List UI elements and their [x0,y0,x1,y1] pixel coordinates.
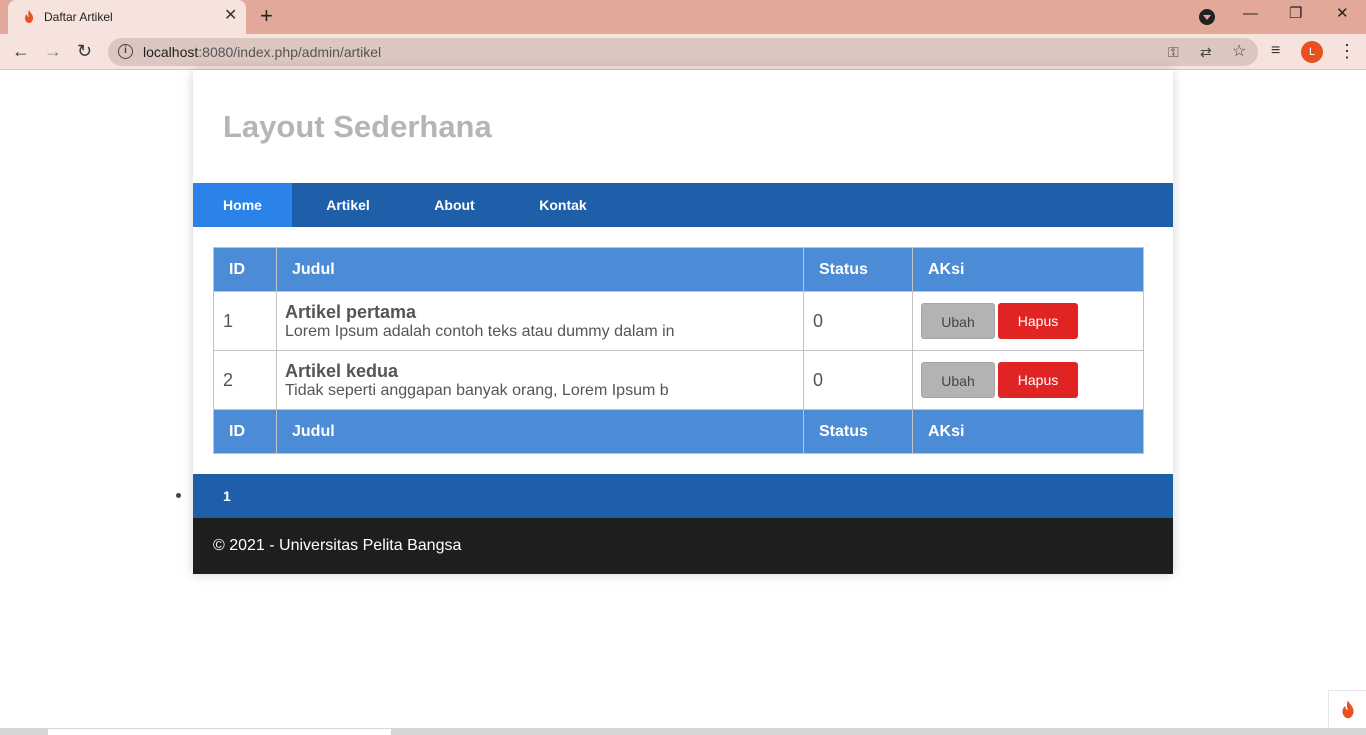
nav-kontak[interactable]: Kontak [529,183,597,227]
url-text[interactable]: localhost:8080/index.php/admin/artikel [143,44,381,60]
table-row: 1 Artikel pertama Lorem Ipsum adalah con… [213,291,1144,351]
row-status: 0 [803,350,913,410]
pagination-page-1[interactable]: 1 [223,488,231,504]
nav-about[interactable]: About [421,183,488,227]
footer-copyright: © 2021 - Universitas Pelita Bangsa [213,537,462,554]
table-row: 2 Artikel kedua Tidak seperti anggapan b… [213,350,1144,410]
media-queue-icon[interactable]: ≡ [1271,39,1280,63]
debug-toolbar-toggle[interactable] [1328,690,1366,728]
site-info-icon[interactable]: i [118,44,133,59]
tab-title: Daftar Artikel [44,10,113,24]
translate-icon[interactable]: ⇄ [1200,42,1212,62]
list-bullet-icon [176,493,181,498]
window-close-icon[interactable]: ✕ [1336,4,1349,24]
browser-menu-icon[interactable]: ⋮ [1338,39,1356,63]
footer-status: Status [803,409,913,454]
main-navbar: Home Artikel About Kontak [193,183,1173,227]
url-host: localhost [143,44,199,60]
delete-button[interactable]: Hapus [998,362,1078,398]
codeigniter-flame-icon [1342,700,1354,719]
footer-judul: Judul [276,409,804,454]
back-icon[interactable]: ← [12,39,30,63]
edit-button[interactable]: Ubah [921,303,995,339]
table-footer-row: ID Judul Status AKsi [213,409,1144,454]
new-tab-icon[interactable]: + [260,5,273,27]
edit-button[interactable]: Ubah [921,362,995,398]
scrollbar-thumb[interactable] [48,729,391,735]
header-judul: Judul [276,247,804,292]
row-id: 2 [213,350,277,410]
article-excerpt: Tidak seperti anggapan banyak orang, Lor… [285,381,669,399]
article-excerpt: Lorem Ipsum adalah contoh teks atau dumm… [285,322,675,340]
browser-toolbar: ← → ↻ i localhost:8080/index.php/admin/a… [0,34,1366,70]
codeigniter-favicon-icon [25,10,33,23]
profile-avatar[interactable]: L [1301,41,1323,63]
header-id: ID [213,247,277,292]
header-aksi: AKsi [912,247,1144,292]
row-judul: Artikel pertama Lorem Ipsum adalah conto… [276,291,804,351]
nav-artikel[interactable]: Artikel [313,183,383,227]
row-judul: Artikel kedua Tidak seperti anggapan ban… [276,350,804,410]
article-title: Artikel kedua [285,360,399,381]
minimize-icon[interactable]: — [1243,4,1258,24]
footer-id: ID [213,409,277,454]
table-header-row: ID Judul Status AKsi [213,247,1144,292]
browser-tab[interactable]: Daftar Artikel ✕ [8,0,246,34]
tab-close-icon[interactable]: ✕ [224,7,237,25]
browser-tab-strip: Daftar Artikel ✕ + — ❐ ✕ [0,0,1366,34]
reload-icon[interactable]: ↻ [77,39,92,63]
site-footer: © 2021 - Universitas Pelita Bangsa [193,518,1173,574]
site-title: Layout Sederhana [223,109,492,144]
address-bar[interactable]: i localhost:8080/index.php/admin/artikel… [108,38,1258,66]
maximize-icon[interactable]: ❐ [1289,4,1302,24]
password-key-icon[interactable]: ⚿ [1168,42,1179,62]
horizontal-scrollbar[interactable] [0,728,1366,735]
row-actions: Ubah Hapus [912,350,1144,410]
tab-search-icon[interactable] [1199,9,1215,25]
nav-home[interactable]: Home [193,183,292,227]
bookmark-star-icon[interactable]: ☆ [1232,42,1246,62]
articles-table: ID Judul Status AKsi 1 Artikel pertama L… [213,247,1144,454]
delete-button[interactable]: Hapus [998,303,1078,339]
pagination-bar: 1 [193,474,1173,518]
footer-aksi: AKsi [912,409,1144,454]
page-container: Layout Sederhana Home Artikel About Kont… [193,70,1173,574]
header-status: Status [803,247,913,292]
forward-icon[interactable]: → [44,39,62,63]
row-status: 0 [803,291,913,351]
article-title: Artikel pertama [285,301,417,322]
row-id: 1 [213,291,277,351]
site-header: Layout Sederhana [193,70,1173,183]
url-path: :8080/index.php/admin/artikel [198,44,382,60]
row-actions: Ubah Hapus [912,291,1144,351]
